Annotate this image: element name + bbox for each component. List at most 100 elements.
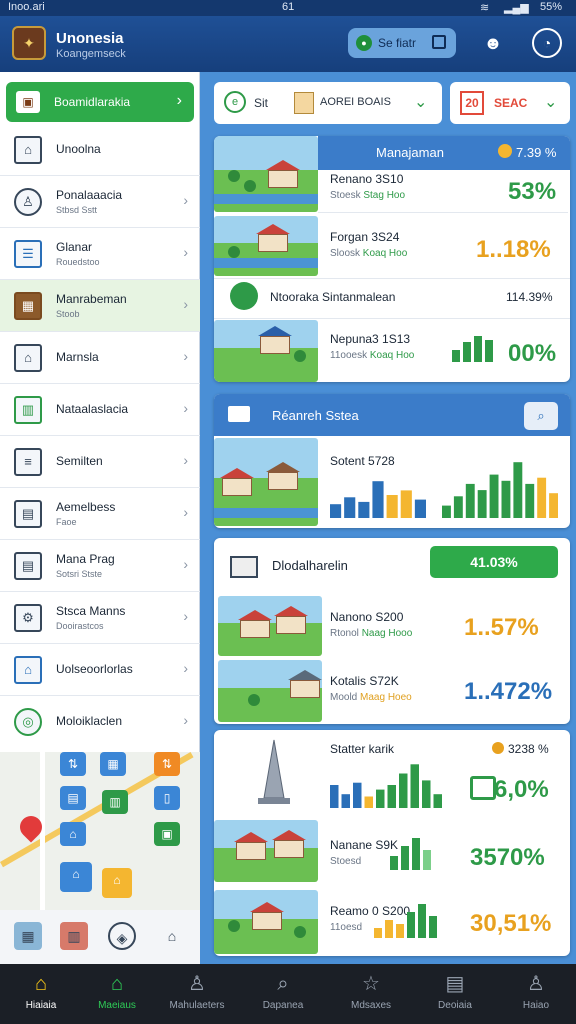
map-marker-icon[interactable]: ⇅ [154, 752, 180, 776]
sidebar-primary-button[interactable]: ▣ Boamidlarakia › [6, 82, 194, 122]
row-value: 00% [508, 340, 557, 367]
map-marker-icon[interactable]: ⌂ [60, 862, 92, 892]
chart-bar [489, 474, 499, 518]
battery-text: 55% [540, 1, 563, 13]
map-marker-icon[interactable]: ▤ [60, 786, 86, 810]
row-title: Nepuna3 1S13 [330, 332, 411, 346]
row-title: Nanono S200 [330, 610, 404, 624]
nav-home[interactable]: ⌂ Hiaiaia [0, 964, 82, 1024]
search-icon[interactable]: ⌕ [524, 402, 558, 430]
sidebar-item-aemelbess[interactable]: ▤ Aemelbess Faoe › [0, 488, 200, 540]
row-title: Forgan 3S24 [330, 230, 400, 244]
city-thumbnail[interactable] [214, 438, 318, 526]
status-bar: Inoo.ari 61 ≋ ▂▄▆ 55% [0, 0, 576, 16]
box-icon: ▦ [14, 292, 42, 320]
layers-icon[interactable]: ▦ [14, 922, 42, 950]
home-icon: ⌂ [34, 973, 48, 995]
town-thumbnail[interactable] [218, 660, 322, 722]
sidebar-item-manrabeman[interactable]: ▦ Manrabeman Stoob › [0, 280, 200, 332]
app-title: Unonesia [56, 30, 124, 47]
header-value-badge: 41.03% [430, 546, 558, 578]
town-thumbnail[interactable] [214, 820, 318, 882]
sidebar-item-uolseoorlorlas[interactable]: ⌂ Uolseoorlorlas › [0, 644, 200, 696]
sidebar-item-sub: Faoe [56, 517, 77, 527]
location-pill[interactable]: ● Se fiatr [348, 28, 456, 58]
globe-icon [230, 282, 258, 310]
sidebar-item-label: Mana Prag [56, 552, 115, 566]
robot-icon[interactable]: ☻ [478, 28, 508, 58]
map-marker-icon[interactable]: ⇅ [60, 752, 86, 776]
sidebar-item-mana-prag[interactable]: ▤ Mana Prag Sotsri Stste › [0, 540, 200, 592]
map-marker-icon[interactable]: ⌂ [102, 868, 132, 898]
sidebar-item-label: Unoolna [56, 142, 101, 156]
compass-icon[interactable]: ◈ [108, 922, 136, 950]
sidebar-item-ponalaaacia[interactable]: ♙ Ponalaaacia Stbsd Sstt › [0, 176, 200, 228]
settings-ring-icon[interactable]: ◔ [532, 28, 562, 58]
chart-bar [344, 497, 356, 518]
sidebar-item-stsca-manns[interactable]: ⚙ Stsca Manns Dooirastcos › [0, 592, 200, 644]
sidebar-item-sub: Stoob [56, 309, 80, 319]
sidebar-primary-label: Boamidlarakia [54, 95, 131, 109]
research-card: Réanreh Sstea ⌕ Sotent 5728 [214, 394, 570, 528]
sidebar-item-moloiklaclen[interactable]: ◎ Moloiklaclen › [0, 696, 200, 748]
chart-icon: ▥ [14, 396, 42, 424]
search-card[interactable]: 20 SEAC ⌄ [450, 82, 570, 124]
house-outline-icon[interactable]: ⌂ [158, 922, 186, 950]
search-card-label: SEAC [494, 96, 528, 110]
chevron-right-icon: › [183, 192, 188, 208]
chart-bar [400, 490, 412, 518]
sidebar-item-marnsla[interactable]: ⌂ Marnsla › [0, 332, 200, 384]
bar-chart-main [330, 764, 442, 808]
chevron-right-icon: › [183, 348, 188, 364]
building-icon[interactable]: ▥ [60, 922, 88, 950]
map-marker-icon[interactable]: ▣ [154, 822, 180, 846]
filter-card[interactable]: e Sit AOREI BOAIS ⌄ [214, 82, 442, 124]
row-mini-chart [374, 902, 437, 938]
town-thumbnail[interactable] [214, 216, 318, 276]
town-thumbnail[interactable] [218, 596, 322, 656]
distribution-card: Dlodalharelin 41.03% Nanono S200 Rtonol … [214, 538, 570, 724]
map-marker-icon[interactable]: ▥ [102, 790, 128, 814]
row-sub: Rtonol Naag Hooo [330, 628, 413, 639]
chart-bar [501, 480, 511, 518]
star-icon: ☆ [362, 973, 380, 995]
sidebar-item-glanar[interactable]: ☰ Glanar Rouedstoo › [0, 228, 200, 280]
chevron-right-icon: › [183, 244, 188, 260]
building-icon [228, 406, 250, 422]
nav-maeiaus[interactable]: ⌂ Maeiaus [76, 964, 158, 1024]
chart-bar [513, 462, 523, 518]
sidebar-item-label: Aemelbess [56, 500, 116, 514]
row-sub: 11ooesk Koaq Hoo [330, 350, 415, 361]
card-title: Dlodalharelin [272, 558, 348, 573]
house-outline-icon: ⌂ [110, 973, 124, 995]
sidebar-item-label: Manrabeman [56, 292, 127, 306]
map-marker-icon[interactable]: ▯ [154, 786, 180, 810]
map-view[interactable]: ⇅ ▦ ⇅ ▤ ▥ ▯ ⌂ ▣ ⌂ ⌂ [0, 752, 200, 910]
nav-haiao[interactable]: ♙ Haiao [496, 964, 576, 1024]
chevron-right-icon: › [183, 400, 188, 416]
chevron-right-icon: › [183, 556, 188, 572]
chevron-right-icon: › [183, 660, 188, 676]
nav-dapanea[interactable]: ⌕ Dapanea [242, 964, 324, 1024]
chevron-right-icon: › [183, 504, 188, 520]
chevron-down-icon: ⌄ [414, 94, 428, 111]
map-marker-icon[interactable]: ⌂ [60, 822, 86, 846]
town-thumbnail[interactable] [214, 136, 318, 212]
nav-deoiaia[interactable]: ▤ Deoiaia [414, 964, 496, 1024]
chart-bar [414, 499, 426, 518]
sidebar-item-nataalaslacia[interactable]: ▥ Nataalaslacia › [0, 384, 200, 436]
house-icon: ⌂ [14, 344, 42, 372]
sidebar-item-unoolna[interactable]: ⌂ Unoolna [0, 124, 200, 176]
nav-label: Hiaiaia [25, 1000, 57, 1011]
row-sub: Stoesk Stag Hoo [330, 190, 406, 201]
nav-mdsaxes[interactable]: ☆ Mdsaxes [330, 964, 412, 1024]
nav-mahulaeters[interactable]: ♙ Mahulaeters [156, 964, 238, 1024]
town-thumbnail[interactable] [214, 890, 318, 954]
map-marker-icon[interactable]: ▦ [100, 752, 126, 776]
town-thumbnail[interactable] [214, 320, 318, 382]
gear-building-icon: ⚙ [14, 604, 42, 632]
row-title: Ntooraka Sintanmalean [270, 290, 396, 304]
sidebar-item-semilten[interactable]: ≡ Semilten › [0, 436, 200, 488]
app-header: ✦ Unonesia Koangemseck ● Se fiatr ☻ ◔ [0, 16, 576, 72]
divider [214, 318, 570, 319]
